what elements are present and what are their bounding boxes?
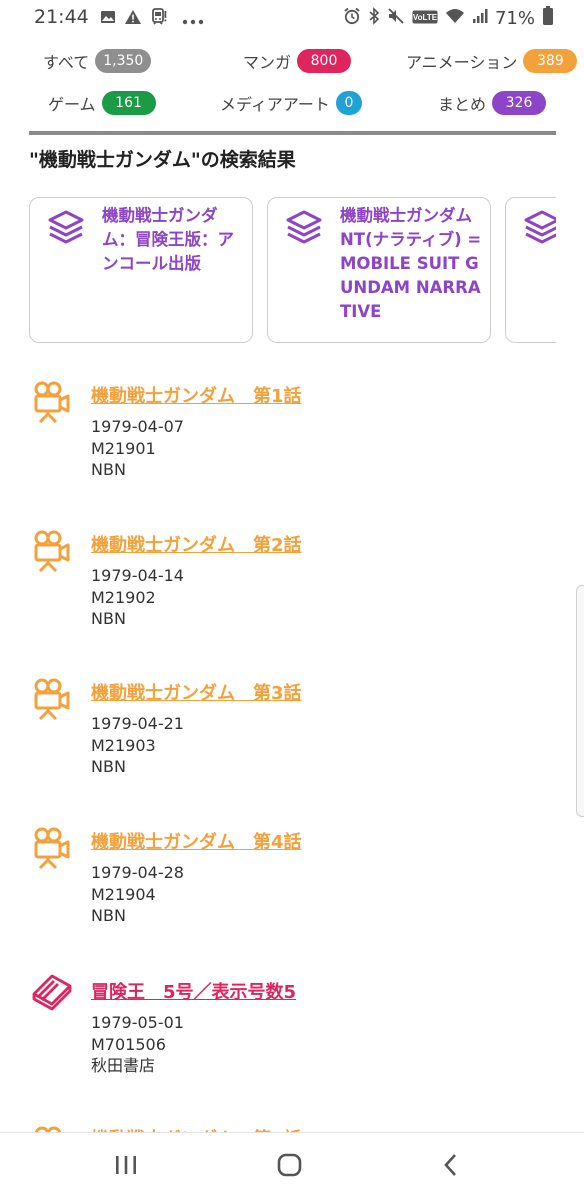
scroll-handle[interactable] xyxy=(576,585,584,817)
status-time: 21:44 xyxy=(34,6,89,28)
result-item: 冒険王 5号／表示号数5 1979-05-01 M701506 秋田書店 xyxy=(0,968,584,1108)
movie-camera-icon xyxy=(33,380,71,428)
result-title-link[interactable]: 冒険王 5号／表示号数5 xyxy=(91,978,296,1004)
stack-icon xyxy=(522,208,556,252)
more-dots-icon xyxy=(182,10,204,29)
result-item: 機動戦士ガンダム 第4話 1979-04-28 M21904 NBN xyxy=(0,818,584,958)
category-media-art-label: メディアアート xyxy=(220,95,330,114)
result-item: 機動戦士ガンダム 第1話 1979-04-07 M21901 NBN xyxy=(0,372,584,512)
movie-camera-icon xyxy=(33,826,71,874)
search-results-heading: "機動戦士ガンダム"の検索結果 xyxy=(29,149,296,171)
result-date: 1979-04-07 xyxy=(91,417,184,436)
category-summary-count: 326 xyxy=(492,91,547,115)
series-card-title[interactable]: 機動戦士ガンダムNT(ナラティブ) = MOBILE SUIT GUNDAM N… xyxy=(340,204,484,324)
volte-label: VoLTE xyxy=(413,13,438,22)
battery-icon xyxy=(542,6,554,30)
system-nav-bar xyxy=(0,1132,584,1201)
book-icon xyxy=(30,972,74,1016)
stack-icon xyxy=(46,208,86,252)
category-game-count: 161 xyxy=(101,91,156,115)
status-bar: 21:44 VoLTE 71% xyxy=(0,0,584,36)
signal-icon xyxy=(472,8,488,28)
volte-icon: VoLTE xyxy=(412,9,438,28)
wifi-icon xyxy=(445,8,465,28)
result-date: 1979-04-21 xyxy=(91,714,184,733)
result-title-link[interactable]: 機動戦士ガンダム 第2話 xyxy=(91,531,302,557)
category-summary-label: まとめ xyxy=(438,95,487,114)
category-all-count: 1,350 xyxy=(95,49,152,73)
series-carousel[interactable]: 機動戦士ガンダム：冒険王版：アンコール出版 機動戦士ガンダムNT(ナラティブ) … xyxy=(29,197,556,347)
back-icon[interactable] xyxy=(440,1151,460,1183)
category-game[interactable]: ゲーム 161 xyxy=(48,91,156,115)
result-publisher: NBN xyxy=(91,609,126,628)
result-code: M21902 xyxy=(91,587,156,607)
recent-apps-icon[interactable] xyxy=(114,1151,138,1183)
result-code: M21904 xyxy=(91,884,156,904)
result-publisher: NBN xyxy=(91,460,126,479)
train-icon xyxy=(150,8,168,30)
movie-camera-icon xyxy=(33,677,71,725)
series-card[interactable]: 機動戦士ガンダム：冒険王版：アンコール出版 xyxy=(29,197,253,343)
category-animation[interactable]: アニメーション 389 xyxy=(406,49,578,73)
category-animation-label: アニメーション xyxy=(406,53,518,72)
result-publisher: NBN xyxy=(91,757,126,776)
result-publisher: 秋田書店 xyxy=(91,1056,156,1075)
series-card[interactable] xyxy=(505,197,556,343)
result-title-link[interactable]: 機動戦士ガンダム 第1話 xyxy=(91,382,302,408)
category-manga-count: 800 xyxy=(297,49,352,73)
series-card[interactable]: 機動戦士ガンダムNT(ナラティブ) = MOBILE SUIT GUNDAM N… xyxy=(267,197,491,343)
section-divider xyxy=(29,131,556,135)
result-title-link[interactable]: 機動戦士ガンダム 第4話 xyxy=(91,828,302,854)
mute-icon xyxy=(387,7,405,29)
category-manga[interactable]: マンガ 800 xyxy=(243,49,352,73)
result-code: M21903 xyxy=(91,735,156,755)
category-media-art[interactable]: メディアアート 0 xyxy=(220,91,362,115)
result-date: 1979-04-14 xyxy=(91,566,184,585)
movie-camera-icon xyxy=(33,529,71,577)
category-media-art-count: 0 xyxy=(335,91,362,115)
series-card-title[interactable]: 機動戦士ガンダム：冒険王版：アンコール出版 xyxy=(102,204,246,276)
category-all-label: すべて xyxy=(43,53,90,72)
result-title-link[interactable]: 機動戦士ガンダム 第3話 xyxy=(91,679,302,705)
bluetooth-icon xyxy=(368,7,380,29)
gallery-icon xyxy=(100,9,116,29)
category-game-label: ゲーム xyxy=(48,95,96,114)
stack-icon xyxy=(284,208,324,252)
result-publisher: NBN xyxy=(91,906,126,925)
category-animation-count: 389 xyxy=(523,49,578,73)
battery-percent: 71% xyxy=(494,7,535,29)
result-item: 機動戦士ガンダム 第2話 1979-04-14 M21902 NBN xyxy=(0,521,584,661)
alert-icon xyxy=(124,9,142,29)
result-item: 機動戦士ガンダム 第3話 1979-04-21 M21903 NBN xyxy=(0,669,584,809)
category-manga-label: マンガ xyxy=(243,53,292,72)
category-summary[interactable]: まとめ 326 xyxy=(438,91,547,115)
result-code: M21901 xyxy=(91,438,156,458)
result-code: M701506 xyxy=(91,1034,166,1054)
alarm-icon xyxy=(343,7,361,29)
result-date: 1979-05-01 xyxy=(91,1013,184,1032)
category-all[interactable]: すべて 1,350 xyxy=(43,49,152,73)
result-date: 1979-04-28 xyxy=(91,863,184,882)
home-icon[interactable] xyxy=(276,1151,304,1183)
